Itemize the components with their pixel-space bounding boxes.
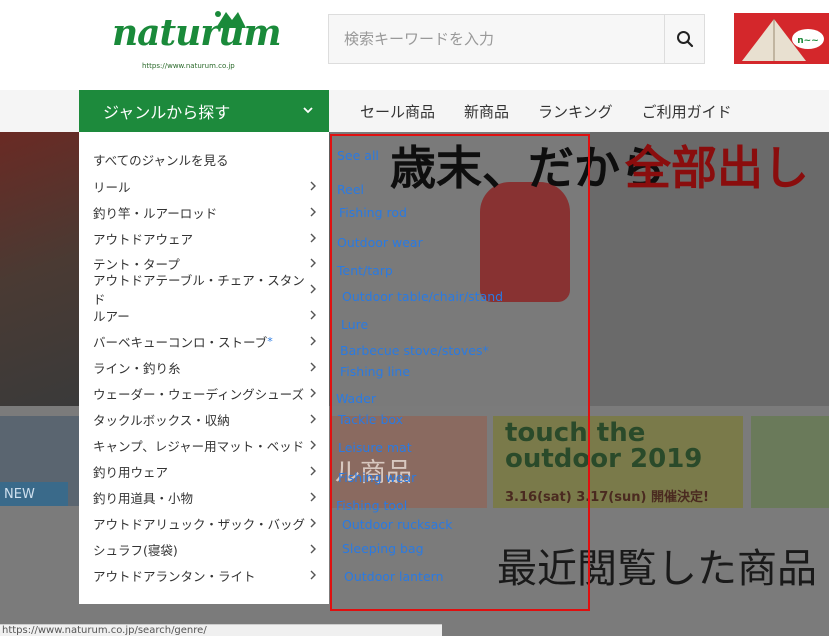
- annotation-label: Fishing line: [340, 364, 411, 379]
- genre-item-label: アウトドアランタン・ライト: [93, 568, 256, 584]
- naturum-logo[interactable]: naturum https://www.naturum.co.jp: [112, 8, 282, 74]
- annotation-label: Outdoor rucksack: [342, 517, 453, 532]
- genre-item-label: タックルボックス・収納: [93, 412, 230, 428]
- genre-item-line[interactable]: ライン・釣り糸: [93, 354, 317, 380]
- annotation-label: Fishing rod: [339, 205, 407, 220]
- chevron-right-icon: [310, 336, 316, 346]
- genre-item-label: キャンプ、レジャー用マット・ベッド: [93, 438, 305, 454]
- genre-item-fishing-wear[interactable]: 釣り用ウェア: [93, 458, 317, 484]
- chevron-right-icon: [310, 518, 316, 528]
- annotation-label: Tent/tarp: [337, 263, 393, 278]
- genre-item-label: バーベキューコンロ・ストーブ: [93, 334, 268, 350]
- nav-link-new[interactable]: 新商品: [464, 101, 509, 122]
- genre-menu-label: ジャンルから探す: [103, 103, 231, 122]
- genre-item-label: 釣り用道具・小物: [93, 490, 194, 506]
- chevron-right-icon: [310, 181, 316, 191]
- nav-link-guide[interactable]: ご利用ガイド: [642, 101, 732, 122]
- annotation-label: See all: [337, 148, 379, 163]
- chevron-right-icon: [310, 310, 316, 320]
- annotation-label: Lure: [341, 317, 369, 332]
- genre-item-wader[interactable]: ウェーダー・ウェーディングシューズ: [93, 380, 317, 406]
- hero-title-red: 全部出し: [625, 141, 809, 195]
- annotation-label: Fishing wear: [338, 470, 417, 485]
- main-nav: ジャンルから探す セール商品 新商品 ランキング ご利用ガイド: [0, 90, 829, 132]
- annotation-label: Outdoor wear: [337, 235, 423, 250]
- genre-item-label: シュラフ(寝袋): [93, 542, 178, 558]
- chevron-right-icon: [310, 466, 316, 476]
- annotation-label: Outdoor table/chair/stand: [342, 289, 504, 304]
- genre-item-reel[interactable]: リール: [93, 173, 317, 199]
- asterisk-marker: *: [267, 334, 273, 348]
- chevron-right-icon: [310, 440, 316, 450]
- annotation-label: Barbecue stove/stoves*: [340, 343, 489, 358]
- genre-item-label: ルアー: [93, 308, 130, 324]
- genre-item-lure[interactable]: ルアー: [93, 302, 317, 328]
- chevron-down-icon: [303, 107, 313, 114]
- chevron-right-icon: [310, 492, 316, 502]
- genre-item-label: ライン・釣り糸: [93, 360, 181, 376]
- genre-item-label: すべてのジャンルを見る: [93, 152, 229, 168]
- genre-item-rod[interactable]: 釣り竿・ルアーロッド: [93, 199, 317, 225]
- genre-item-label: 釣り竿・ルアーロッド: [93, 205, 218, 221]
- tent-promo-banner[interactable]: n~~: [734, 13, 829, 64]
- annotation-label: Fishing tool: [336, 498, 408, 513]
- genre-item-label: アウトドアウェア: [93, 231, 194, 247]
- genre-item-sleeping-bag[interactable]: シュラフ(寝袋): [93, 536, 317, 562]
- new-label: NEW: [0, 482, 68, 506]
- annotation-label: Leisure mat: [338, 440, 412, 455]
- svg-text:n~~: n~~: [797, 36, 819, 46]
- genre-item-all[interactable]: すべてのジャンルを見る: [93, 146, 317, 172]
- genre-dropdown: すべてのジャンルを見る リール 釣り竿・ルアーロッド アウトドアウェア テント・…: [79, 132, 329, 604]
- annotation-label: Sleeping bag: [342, 541, 424, 556]
- right-promo-banner[interactable]: [751, 416, 829, 508]
- annotation-label: Wader: [336, 391, 376, 406]
- tent-image: n~~: [734, 13, 829, 64]
- genre-item-outdoor-wear[interactable]: アウトドアウェア: [93, 225, 317, 251]
- browser-status-bar: https://www.naturum.co.jp/search/genre/: [0, 624, 442, 636]
- genre-item-rucksack[interactable]: アウトドアリュック・ザック・バッグ: [93, 510, 317, 536]
- chevron-right-icon: [310, 233, 316, 243]
- hero-left-image: [0, 132, 80, 406]
- chevron-right-icon: [310, 258, 316, 268]
- chevron-right-icon: [310, 388, 316, 398]
- search-input[interactable]: [329, 15, 665, 63]
- genre-item-label: アウトドアリュック・ザック・バッグ: [93, 516, 306, 532]
- nav-links: セール商品 新商品 ランキング ご利用ガイド: [360, 90, 732, 132]
- search-icon: [676, 31, 693, 48]
- chevron-right-icon: [310, 570, 316, 580]
- site-header: naturum https://www.naturum.co.jp n~~: [0, 0, 829, 90]
- logo-url: https://www.naturum.co.jp: [142, 62, 235, 70]
- chevron-right-icon: [310, 414, 316, 424]
- annotation-label: Reel: [337, 182, 364, 197]
- genre-item-label: 釣り用ウェア: [93, 464, 169, 480]
- annotation-label: Tackle box: [338, 412, 404, 427]
- genre-item-mat-bed[interactable]: キャンプ、レジャー用マット・ベッド: [93, 432, 317, 458]
- search-button[interactable]: [664, 15, 704, 63]
- nav-link-sale[interactable]: セール商品: [360, 101, 435, 122]
- logo-wordmark: naturum: [112, 12, 282, 54]
- chevron-right-icon: [310, 362, 316, 372]
- new-products-banner[interactable]: NEW: [0, 416, 80, 506]
- chevron-right-icon: [310, 284, 316, 294]
- genre-menu-button[interactable]: ジャンルから探す: [79, 90, 329, 132]
- genre-item-label: リール: [93, 179, 131, 195]
- search-box: [328, 14, 705, 64]
- genre-item-table-chair[interactable]: アウトドアテーブル・チェア・スタンド: [93, 273, 317, 307]
- genre-item-label: ウェーダー・ウェーディングシューズ: [93, 386, 305, 402]
- nav-link-ranking[interactable]: ランキング: [538, 101, 613, 122]
- genre-item-lantern[interactable]: アウトドアランタン・ライト: [93, 562, 317, 588]
- genre-item-tackle-box[interactable]: タックルボックス・収納: [93, 406, 317, 432]
- chevron-right-icon: [310, 207, 316, 217]
- chevron-right-icon: [310, 544, 316, 554]
- genre-item-fishing-tools[interactable]: 釣り用道具・小物: [93, 484, 317, 510]
- annotation-label: Outdoor lantern: [344, 569, 444, 584]
- genre-item-bbq[interactable]: バーベキューコンロ・ストーブ *: [93, 328, 317, 354]
